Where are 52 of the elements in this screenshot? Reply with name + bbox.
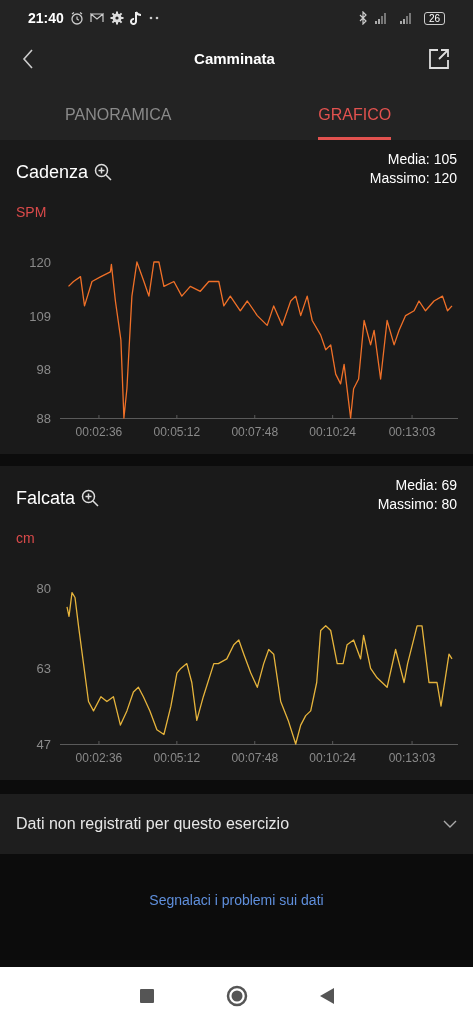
expandable-row[interactable]: Dati non registrati per questo esercizio [0,794,473,854]
axis-tick-label: 00:07:48 [231,425,279,439]
zoom-in-button[interactable] [81,489,100,507]
recents-button[interactable] [139,988,154,1003]
zoom-in-icon [81,489,100,507]
mail-icon [89,12,104,24]
share-icon [428,48,450,70]
alarm-clock-icon [69,11,84,25]
axis-tick-label: 00:13:03 [388,425,436,439]
gear-icon [109,11,124,25]
axis-tick-label: 00:10:24 [309,751,356,765]
axis-tick-label: 88 [36,411,51,426]
maximum-value: Massimo: 120 [369,169,457,188]
music-note-icon [129,11,142,25]
axis-tick-label: 120 [29,255,51,270]
status-time: 21:40 [28,8,64,28]
signal-bars-icon [373,12,387,24]
battery-indicator: 26 [423,11,445,25]
axis-tick-label: 80 [36,581,51,596]
bluetooth-icon [357,11,368,25]
chart-title: Falcata [16,486,76,510]
zoom-in-icon [94,163,113,181]
tab[interactable]: PANORAMICA [65,103,172,140]
chart-title: Cadenza [16,160,89,184]
axis-tick-label: 00:13:03 [388,751,436,765]
triangle-icon [319,987,334,1004]
average-value: Media: 105 [387,150,457,169]
axis-tick-label: 00:02:36 [75,425,123,439]
share-button[interactable] [427,47,451,71]
axis-tick-label: 98 [36,362,51,378]
screen-title: Camminata [194,48,275,69]
report-link[interactable]: Segnalaci i problemi sui dati [149,890,324,911]
maximum-value: Massimo: 80 [377,495,457,514]
square-icon [139,988,154,1003]
axis-tick-label: 00:10:24 [309,425,356,439]
axis-tick-label: 00:05:12 [153,751,201,765]
unit-label: SPM [16,203,47,222]
signal-bars-icon [398,12,412,24]
home-button[interactable] [225,984,248,1007]
axis-tick-label: 47 [36,737,51,752]
back-icon [22,49,34,69]
average-value: Media: 69 [395,476,457,495]
back-nav-button[interactable] [319,987,334,1004]
axis-tick-label: 63 [36,661,51,677]
axis-tick-label: 109 [29,308,51,324]
circle-icon [225,984,248,1007]
unit-label: cm [16,529,35,548]
row-label: Dati non registrati per questo esercizio [16,814,290,834]
axis-tick-label: 00:05:12 [153,425,201,439]
axis-tick-label: 00:02:36 [75,751,123,765]
zoom-in-button[interactable] [94,163,113,181]
axis-tick-label: 00:07:48 [231,751,279,765]
